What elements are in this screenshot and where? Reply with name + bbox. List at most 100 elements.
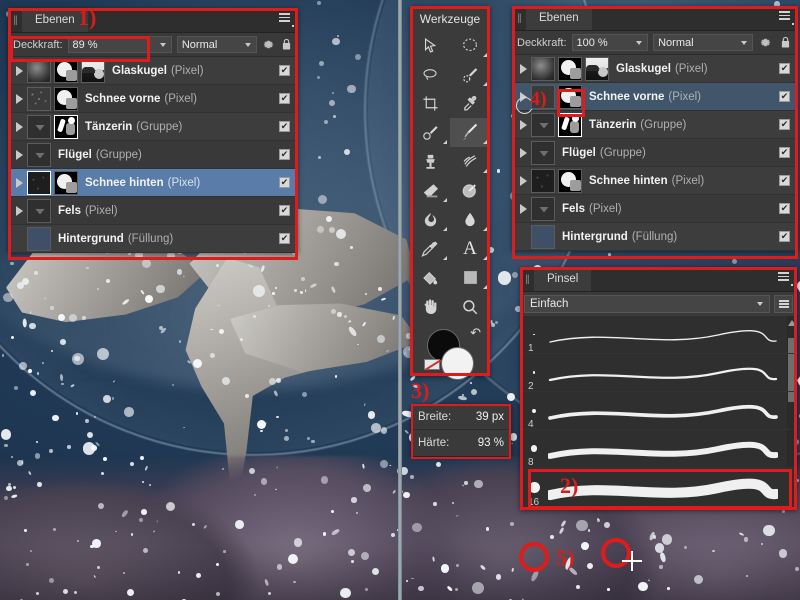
paint-brush-tool[interactable]	[450, 118, 490, 147]
table-row[interactable]: Glaskugel (Pixel) ✔	[8, 57, 298, 85]
layer-thumbnail-small[interactable]	[27, 198, 51, 223]
lock-icon[interactable]	[778, 35, 793, 51]
hamburger-menu-icon[interactable]	[274, 8, 298, 32]
text-tool[interactable]: A	[450, 234, 490, 263]
brush-properties-panel[interactable]: Breite: 39 px Härte: 93 %	[411, 404, 511, 456]
expand-triangle-icon[interactable]	[515, 119, 531, 130]
table-row[interactable]: Tänzerin (Gruppe) ✔	[8, 113, 298, 141]
layer-mask-thumbnail[interactable]	[558, 56, 582, 81]
move-tool[interactable]	[410, 31, 450, 60]
zoom-tool[interactable]	[450, 292, 490, 321]
selection-brush-tool[interactable]	[450, 60, 490, 89]
layer-list-right[interactable]: Glaskugel (Pixel) ✔ Schnee vorne (Pixel) ✔ Tän…	[512, 55, 798, 251]
table-row[interactable]: Schnee hinten (Pixel) ✔	[8, 169, 298, 197]
layer-thumbnail-landscape[interactable]	[585, 56, 609, 81]
table-row[interactable]: Hintergrund (Füllung) ✔	[8, 225, 298, 253]
pen-tool[interactable]	[410, 234, 450, 263]
list-view-icon[interactable]	[774, 295, 793, 313]
tab-ebenen[interactable]: Ebenen	[526, 6, 592, 30]
layer-thumbnail-noise[interactable]	[27, 86, 51, 111]
expand-triangle-icon[interactable]	[11, 149, 27, 160]
layer-thumbnail-small[interactable]	[531, 140, 555, 165]
layer-visibility-checkbox[interactable]: ✔	[279, 177, 290, 188]
layer-visibility-checkbox[interactable]: ✔	[279, 149, 290, 160]
layer-visibility-checkbox[interactable]: ✔	[279, 233, 290, 244]
blend-mode-combo[interactable]: Normal	[176, 36, 258, 53]
layer-mask-thumbnail[interactable]	[558, 84, 582, 109]
blend-mode-combo[interactable]: Normal	[653, 34, 753, 51]
tab-pinsel[interactable]: Pinsel	[534, 267, 592, 291]
layer-visibility-checkbox[interactable]: ✔	[779, 63, 790, 74]
hamburger-menu-icon[interactable]	[774, 6, 798, 30]
opacity-combo[interactable]: 89 %	[67, 36, 172, 53]
table-row[interactable]: Flügel (Gruppe) ✔	[512, 139, 798, 167]
layer-thumbnail-figure[interactable]	[558, 112, 582, 137]
expand-triangle-icon[interactable]	[11, 65, 27, 76]
layer-thumbnail-fill[interactable]	[27, 226, 51, 251]
layer-list-left[interactable]: Glaskugel (Pixel) ✔ Schnee vorne (Pixel) ✔ Tän…	[8, 57, 298, 253]
layer-visibility-checkbox[interactable]: ✔	[779, 231, 790, 242]
color-picker-tool[interactable]	[450, 89, 490, 118]
hand-tool[interactable]	[410, 292, 450, 321]
list-item[interactable]: 2	[520, 354, 797, 392]
brush-hardness-row[interactable]: Härte: 93 %	[411, 430, 511, 456]
expand-triangle-icon[interactable]	[11, 93, 27, 104]
panel-grip-icon[interactable]: ||	[8, 8, 22, 32]
brush-width-row[interactable]: Breite: 39 px	[411, 404, 511, 430]
layer-visibility-checkbox[interactable]: ✔	[279, 93, 290, 104]
opacity-combo[interactable]: 100 %	[571, 34, 649, 51]
table-row[interactable]: Flügel (Gruppe) ✔	[8, 141, 298, 169]
layer-thumbnail-landscape[interactable]	[81, 58, 105, 83]
blur-tool[interactable]	[450, 205, 490, 234]
layer-visibility-checkbox[interactable]: ✔	[779, 147, 790, 158]
panel-grip-icon[interactable]: ||	[520, 267, 534, 291]
tab-ebenen[interactable]: Ebenen	[22, 8, 88, 32]
swap-colors-icon[interactable]: ↶	[470, 325, 481, 341]
table-row[interactable]: Fels (Pixel) ✔	[8, 197, 298, 225]
table-row[interactable]: Schnee vorne (Pixel) ✔	[8, 85, 298, 113]
shape-tool[interactable]	[450, 263, 490, 292]
layer-thumbnail-globe[interactable]	[531, 56, 555, 81]
tool-grid[interactable]: A	[410, 31, 490, 321]
layer-visibility-checkbox[interactable]: ✔	[779, 119, 790, 130]
layer-thumbnail-dark-noise[interactable]	[531, 168, 555, 193]
expand-triangle-icon[interactable]	[515, 91, 533, 114]
table-row[interactable]: Tänzerin (Gruppe) ✔	[512, 111, 798, 139]
layer-thumbnail-small[interactable]	[531, 196, 555, 221]
expand-triangle-icon[interactable]	[515, 63, 531, 74]
gear-icon[interactable]	[758, 35, 773, 51]
lock-icon[interactable]	[280, 37, 293, 53]
layers-panel-left[interactable]: || Ebenen Deckkraft: 89 % Normal Glaskug…	[8, 8, 298, 253]
list-item[interactable]: 1	[520, 316, 797, 354]
no-color-icon[interactable]	[424, 359, 440, 370]
list-item[interactable]: 8	[520, 430, 797, 468]
layer-visibility-checkbox[interactable]: ✔	[279, 65, 290, 76]
layer-mask-thumbnail[interactable]	[54, 86, 78, 111]
table-row[interactable]: Hintergrund (Füllung) ✔	[512, 223, 798, 251]
brushes-panel[interactable]: || Pinsel Einfach 1 2 4 8 16	[520, 267, 797, 510]
hamburger-menu-icon[interactable]	[773, 267, 797, 291]
brush-list[interactable]: 1 2 4 8 16	[520, 316, 797, 509]
layer-mask-thumbnail[interactable]	[558, 168, 582, 193]
smudge-tool[interactable]	[450, 147, 490, 176]
expand-triangle-icon[interactable]	[515, 203, 531, 214]
expand-triangle-icon[interactable]	[11, 121, 27, 132]
gear-icon[interactable]	[262, 37, 275, 53]
layer-thumbnail-small[interactable]	[27, 142, 51, 167]
layer-thumbnail-dark-noise[interactable]	[27, 170, 51, 195]
layer-thumbnail-hidden[interactable]	[531, 84, 555, 109]
expand-triangle-icon[interactable]	[11, 205, 27, 216]
color-swatches[interactable]: ↶	[410, 325, 490, 393]
list-item[interactable]: 16	[520, 468, 797, 508]
lasso-tool[interactable]	[410, 60, 450, 89]
table-row[interactable]: Glaskugel (Pixel) ✔	[512, 55, 798, 83]
layer-visibility-checkbox[interactable]: ✔	[779, 203, 790, 214]
clone-stamp-tool[interactable]	[410, 147, 450, 176]
burn-tool[interactable]	[410, 205, 450, 234]
toolbox-panel[interactable]: Werkzeuge A ↶	[410, 6, 490, 380]
expand-triangle-icon[interactable]	[11, 177, 27, 188]
eraser-tool[interactable]	[410, 176, 450, 205]
layer-mask-thumbnail[interactable]	[54, 58, 78, 83]
layer-thumbnail-small[interactable]	[27, 114, 51, 139]
layer-thumbnail-small[interactable]	[531, 112, 555, 137]
